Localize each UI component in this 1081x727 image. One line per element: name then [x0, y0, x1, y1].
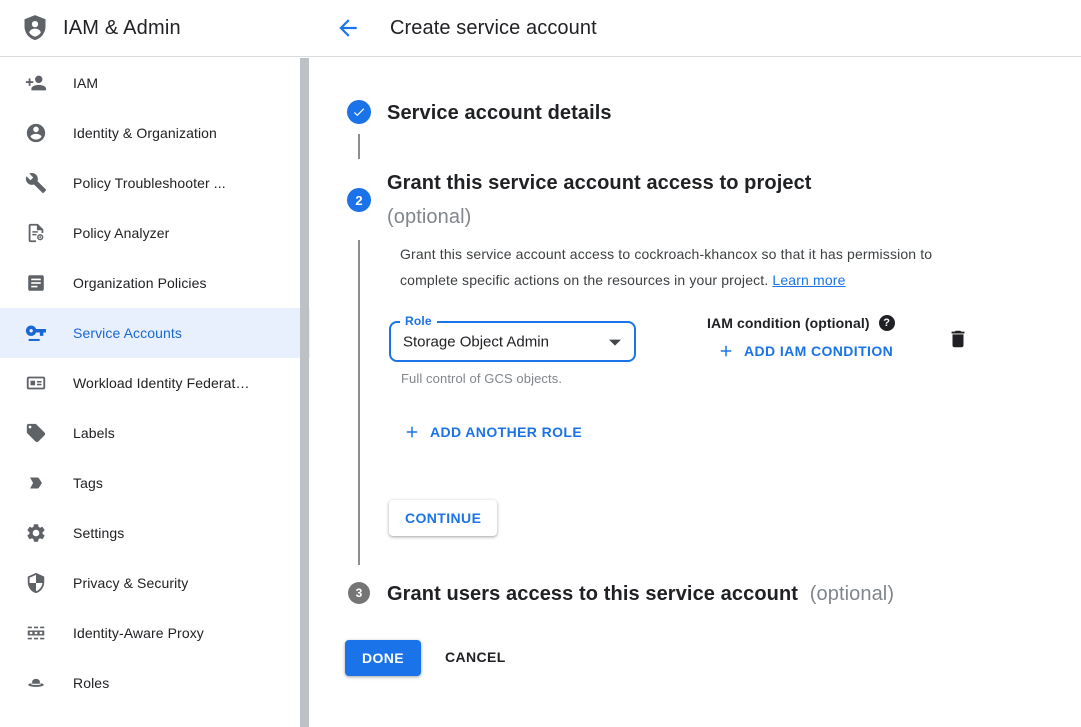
trash-icon [947, 328, 971, 350]
learn-more-link[interactable]: Learn more [772, 272, 845, 288]
sidebar-item-identity-aware-proxy[interactable]: Identity-Aware Proxy [0, 608, 310, 658]
gear-icon [24, 521, 48, 545]
step-connector-long [358, 240, 360, 565]
step3-optional-label: (optional) [810, 583, 894, 605]
service-account-key-icon [24, 321, 48, 345]
sidebar-item-label: Policy Analyzer [73, 225, 169, 241]
product-header: IAM & Admin [0, 0, 310, 56]
app-header: IAM & Admin Create service account [0, 0, 1081, 57]
sidebar-item-label: Identity & Organization [73, 125, 217, 141]
wrench-icon [24, 171, 48, 195]
sidebar-item-label: Privacy & Security [73, 575, 188, 591]
step3-title: Grant users access to this service accou… [387, 577, 894, 611]
sidebar-item-iam[interactable]: IAM [0, 58, 310, 108]
sidebar-item-label: Policy Troubleshooter ... [73, 175, 226, 191]
iam-condition-label: IAM condition (optional) [707, 315, 870, 331]
sidebar-item-settings[interactable]: Settings [0, 508, 310, 558]
page-title: Create service account [390, 17, 597, 40]
arrow-back-icon [335, 29, 361, 44]
sidebar-item-label: Service Accounts [73, 325, 182, 341]
delete-role-button[interactable] [947, 327, 971, 351]
sidebar-item-labels[interactable]: Labels [0, 408, 310, 458]
cancel-button[interactable]: CANCEL [445, 649, 506, 665]
tag-arrow-icon [24, 471, 48, 495]
sidebar-item-label: Tags [73, 475, 103, 491]
sidebar-item-label: Organization Policies [73, 275, 207, 291]
check-icon [352, 105, 366, 119]
sidebar-item-roles[interactable]: Roles [0, 658, 310, 708]
step2-optional-label: (optional) [387, 200, 927, 234]
role-helper-text: Full control of GCS objects. [401, 371, 562, 386]
sidebar-item-label: Workload Identity Federat… [73, 375, 250, 391]
sidebar-item-service-accounts[interactable]: Service Accounts [0, 308, 310, 358]
step3-number: 3 [356, 586, 363, 600]
app-title: IAM & Admin [63, 17, 181, 40]
continue-button[interactable]: CONTINUE [389, 500, 497, 536]
sidebar-item-tags[interactable]: Tags [0, 458, 310, 508]
page-header: Create service account [310, 0, 1081, 56]
step1-check-circle [347, 100, 371, 124]
step2-number: 2 [355, 193, 362, 208]
dropdown-arrow-icon [609, 339, 621, 345]
add-another-role-button[interactable]: ADD ANOTHER ROLE [403, 423, 582, 441]
step2-description: Grant this service account access to coc… [400, 241, 988, 293]
step-connector-short [358, 134, 360, 159]
sidebar-item-label: Labels [73, 425, 115, 441]
sidebar-item-identity-organization[interactable]: Identity & Organization [0, 108, 310, 158]
iam-condition-header: IAM condition (optional) ? [707, 315, 895, 331]
sidebar-item-label: Identity-Aware Proxy [73, 625, 204, 641]
sidebar-item-label: Settings [73, 525, 124, 541]
sidebar-item-policy-troubleshooter[interactable]: Policy Troubleshooter ... [0, 158, 310, 208]
role-select[interactable]: Role Storage Object Admin [389, 321, 636, 362]
done-button[interactable]: DONE [345, 640, 421, 676]
account-circle-icon [24, 121, 48, 145]
add-iam-condition-button[interactable]: ADD IAM CONDITION [717, 342, 893, 360]
iam-shield-icon [21, 13, 49, 43]
proxy-filmstrip-icon [24, 621, 48, 645]
create-service-account-form: Service account details 2 Grant this ser… [311, 58, 1081, 727]
help-icon[interactable]: ? [879, 315, 895, 331]
step3-number-circle: 3 [348, 582, 370, 604]
plus-icon [717, 342, 735, 360]
shield-icon [24, 571, 48, 595]
step2-title: Grant this service account access to pro… [387, 166, 927, 234]
role-selected-value: Storage Object Admin [403, 333, 549, 350]
step1-title: Service account details [387, 96, 612, 130]
sidebar-item-policy-analyzer[interactable]: Policy Analyzer [0, 208, 310, 258]
sidebar-item-label: Roles [73, 675, 109, 691]
label-tag-icon [24, 421, 48, 445]
hat-icon [24, 671, 48, 695]
sidebar-scrollbar[interactable] [300, 58, 309, 727]
sidebar-nav: IAM Identity & Organization Policy Troub… [0, 58, 310, 727]
sidebar-item-label: IAM [73, 75, 98, 91]
role-field-label: Role [400, 314, 437, 328]
sidebar-item-organization-policies[interactable]: Organization Policies [0, 258, 310, 308]
person-add-icon [24, 71, 48, 95]
id-card-icon [24, 371, 48, 395]
article-icon [24, 271, 48, 295]
back-button[interactable] [335, 15, 361, 41]
sidebar-item-privacy-security[interactable]: Privacy & Security [0, 558, 310, 608]
step2-number-circle: 2 [347, 188, 371, 212]
document-search-icon [24, 221, 48, 245]
plus-icon [403, 423, 421, 441]
sidebar-item-workload-identity-federation[interactable]: Workload Identity Federat… [0, 358, 310, 408]
